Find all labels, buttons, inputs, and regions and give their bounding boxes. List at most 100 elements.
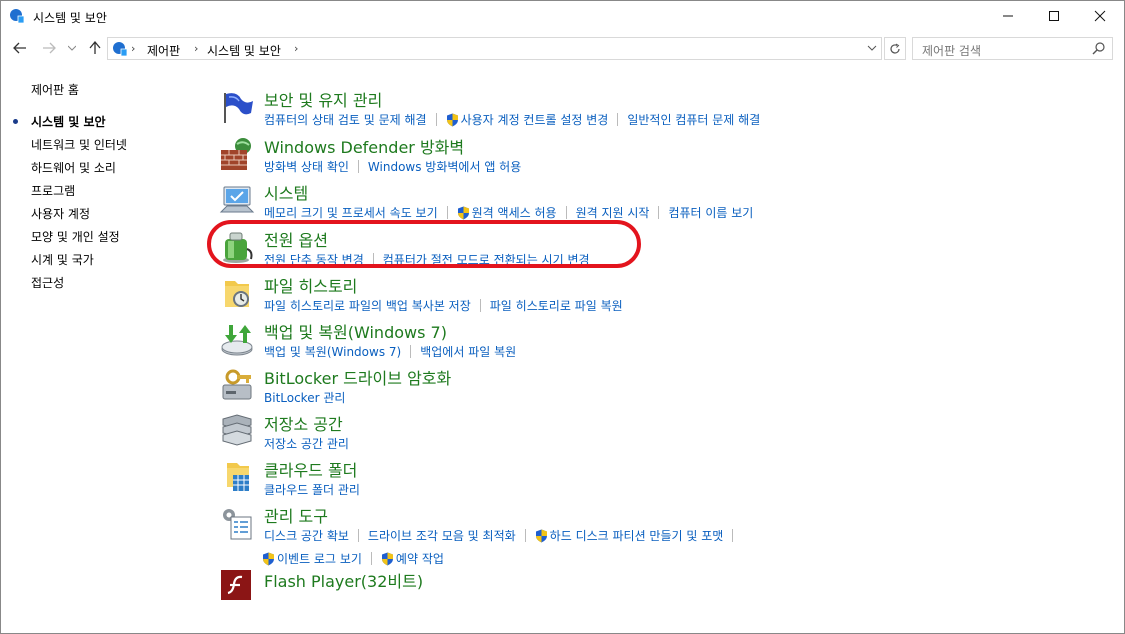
refresh-button[interactable]	[884, 37, 906, 60]
category-system: 시스템 메모리 크기 및 프로세서 속도 보기 원격 액세스 허용 원격 지원 …	[215, 178, 1115, 224]
close-button[interactable]	[1077, 1, 1123, 31]
admin-tools-icon	[223, 509, 252, 540]
link-manage-work-folders[interactable]: 클라우드 폴더 관리	[264, 481, 360, 498]
breadcrumb-control-panel[interactable]: 제어판	[147, 42, 180, 59]
sidebar-item-clock-region[interactable]: 시계 및 국가	[31, 251, 94, 268]
link-sleep-timing[interactable]: 컴퓨터가 절전 모드로 전환되는 시기 변경	[383, 251, 590, 268]
sidebar-item-accessibility[interactable]: 접근성	[31, 274, 64, 291]
flag-icon	[224, 93, 253, 123]
sidebar-item-hardware[interactable]: 하드웨어 및 소리	[31, 159, 116, 176]
firewall-icon	[221, 138, 251, 170]
minimize-icon	[1003, 15, 1013, 17]
uac-link-group: 사용자 계정 컨트롤 설정 변경	[446, 111, 609, 128]
shield-icon	[381, 552, 393, 565]
category-links: 저장소 공간 관리	[264, 435, 349, 452]
link-allow-app[interactable]: Windows 방화벽에서 앱 허용	[368, 158, 521, 175]
category-links: 파일 히스토리로 파일의 백업 복사본 저장 파일 히스토리로 파일 복원	[264, 297, 623, 314]
link-power-button-action[interactable]: 전원 단추 동작 변경	[264, 251, 364, 268]
category-title[interactable]: 시스템	[264, 180, 308, 204]
shield-icon	[263, 552, 274, 565]
chevron-right-icon[interactable]: ›	[294, 42, 298, 55]
sidebar-item-appearance[interactable]: 모양 및 개인 설정	[31, 228, 120, 245]
link-file-history-restore[interactable]: 파일 히스토리로 파일 복원	[490, 297, 623, 314]
sidebar-item-network[interactable]: 네트워크 및 인터넷	[31, 136, 127, 153]
link-troubleshoot[interactable]: 일반적인 컴퓨터 문제 해결	[627, 111, 760, 128]
divider	[410, 345, 412, 358]
category-title[interactable]: 백업 및 복원(Windows 7)	[264, 319, 447, 343]
category-title[interactable]: 보안 및 유지 관리	[264, 87, 382, 111]
category-flash-player: Flash Player(32비트)	[215, 566, 1115, 612]
recent-locations-button[interactable]	[65, 38, 79, 58]
flash-icon	[221, 570, 251, 600]
category-title[interactable]: BitLocker 드라이브 암호화	[264, 365, 451, 389]
link-computer-name[interactable]: 컴퓨터 이름 보기	[668, 204, 753, 221]
chevron-down-icon	[68, 45, 76, 51]
event-log-link-group: 이벤트 로그 보기	[262, 550, 362, 567]
divider	[435, 113, 437, 126]
category-links: 클라우드 폴더 관리	[264, 481, 360, 498]
link-partition-format[interactable]: 하드 디스크 파티션 만들기 및 포맷	[550, 527, 724, 544]
link-file-history-backup[interactable]: 파일 히스토리로 파일의 백업 복사본 저장	[264, 297, 471, 314]
shield-icon	[535, 529, 547, 542]
category-storage-spaces: 저장소 공간 저장소 공간 관리	[215, 409, 1115, 455]
sidebar-item-programs[interactable]: 프로그램	[31, 182, 75, 199]
chevron-right-icon[interactable]: ›	[194, 42, 198, 55]
breadcrumb-system-security[interactable]: 시스템 및 보안	[207, 42, 281, 59]
category-title[interactable]: Flash Player(32비트)	[264, 568, 423, 592]
search-box[interactable]: 제어판 검색	[912, 37, 1113, 60]
category-title[interactable]: 클라우드 폴더	[264, 457, 357, 481]
category-links: 백업 및 복원(Windows 7) 백업에서 파일 복원	[264, 343, 516, 360]
control-panel-icon	[113, 42, 128, 57]
up-button[interactable]	[85, 38, 105, 58]
category-title[interactable]: 저장소 공간	[264, 411, 343, 435]
divider	[479, 299, 481, 312]
divider	[658, 206, 660, 219]
category-title[interactable]: 관리 도구	[264, 503, 328, 527]
navigation-bar: › 제어판 › 시스템 및 보안 › 제어판 검색	[1, 34, 1124, 62]
category-title[interactable]: Windows Defender 방화벽	[264, 134, 464, 158]
category-title[interactable]: 전원 옵션	[264, 227, 328, 251]
cloud-folder-icon	[227, 463, 249, 491]
control-panel-icon	[10, 9, 25, 24]
back-button[interactable]	[10, 38, 30, 58]
link-remote-access[interactable]: 원격 액세스 허용	[472, 204, 557, 221]
link-remote-assistance[interactable]: 원격 지원 시작	[576, 204, 650, 221]
link-event-logs[interactable]: 이벤트 로그 보기	[277, 550, 362, 567]
chevron-right-icon[interactable]: ›	[131, 42, 135, 55]
chevron-down-icon[interactable]	[867, 41, 877, 55]
category-title[interactable]: 파일 히스토리	[264, 273, 357, 297]
link-memory-speed[interactable]: 메모리 크기 및 프로세서 속도 보기	[264, 204, 438, 221]
link-uac-settings[interactable]: 사용자 계정 컨트롤 설정 변경	[461, 111, 609, 128]
category-firewall: Windows Defender 방화벽 방화벽 상태 확인 Windows 방…	[215, 132, 1115, 178]
link-manage-storage[interactable]: 저장소 공간 관리	[264, 435, 349, 452]
divider	[732, 529, 734, 542]
search-input[interactable]: 제어판 검색	[922, 42, 981, 59]
link-firewall-status[interactable]: 방화벽 상태 확인	[264, 158, 349, 175]
divider	[565, 206, 567, 219]
search-icon[interactable]	[1092, 41, 1106, 55]
maximize-button[interactable]	[1031, 1, 1077, 31]
link-review-status[interactable]: 컴퓨터의 상태 검토 및 문제 해결	[264, 111, 427, 128]
sidebar-item-home[interactable]: 제어판 홈	[31, 81, 79, 98]
current-indicator	[13, 119, 18, 124]
forward-button[interactable]	[39, 38, 59, 58]
link-scheduled-tasks[interactable]: 예약 작업	[396, 550, 444, 567]
link-defrag[interactable]: 드라이브 조각 모음 및 최적화	[368, 527, 516, 544]
category-links-secondary: 이벤트 로그 보기 예약 작업	[262, 550, 444, 567]
link-free-disk-space[interactable]: 디스크 공간 확보	[264, 527, 349, 544]
category-bitlocker: BitLocker 드라이브 암호화 BitLocker 관리	[215, 363, 1115, 409]
link-manage-bitlocker[interactable]: BitLocker 관리	[264, 389, 345, 406]
category-file-history: 파일 히스토리 파일 히스토리로 파일의 백업 복사본 저장 파일 히스토리로 …	[215, 271, 1115, 317]
window-title: 시스템 및 보안	[33, 11, 107, 25]
sidebar-item-user-accounts[interactable]: 사용자 계정	[31, 205, 90, 222]
link-restore-from-backup[interactable]: 백업에서 파일 복원	[420, 343, 516, 360]
category-links: 방화벽 상태 확인 Windows 방화벽에서 앱 허용	[264, 158, 521, 175]
category-work-folders: 클라우드 폴더 클라우드 폴더 관리	[215, 455, 1115, 501]
remote-access-link-group: 원격 액세스 허용	[457, 204, 557, 221]
storage-icon	[222, 414, 252, 446]
minimize-button[interactable]	[985, 1, 1031, 31]
divider	[446, 206, 448, 219]
address-bar[interactable]: › 제어판 › 시스템 및 보안 ›	[107, 37, 882, 60]
arrow-up-icon	[89, 41, 101, 54]
link-backup-restore[interactable]: 백업 및 복원(Windows 7)	[264, 343, 401, 360]
